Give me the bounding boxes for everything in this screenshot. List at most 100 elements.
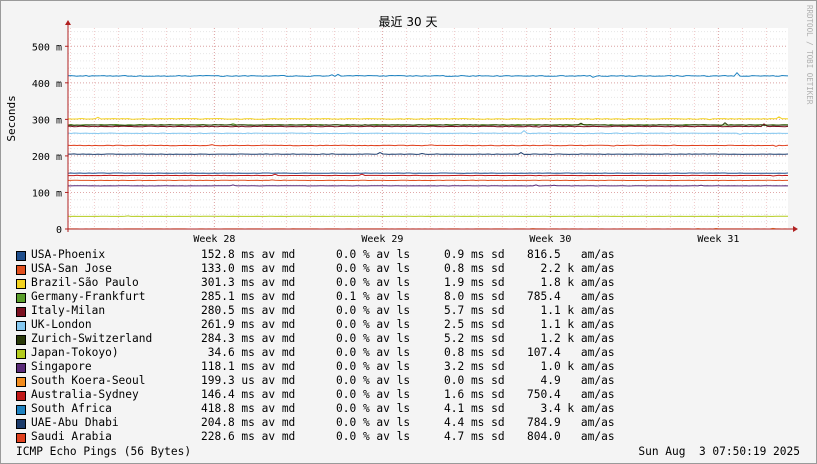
legend-series-name: Saudi Arabia xyxy=(31,430,112,443)
legend-average: 133.0 ms av md xyxy=(201,262,296,275)
legend-stddev: 0.8 ms sd xyxy=(444,346,505,359)
legend-stddev: 3.2 ms sd xyxy=(444,360,505,373)
legend-swatch xyxy=(16,391,26,401)
plot-area xyxy=(68,28,788,229)
legend-rate: 4.9 am/as xyxy=(527,374,615,387)
legend-average: 228.6 ms av md xyxy=(201,430,296,443)
x-axis-arrow xyxy=(793,226,798,232)
legend-swatch xyxy=(16,335,26,345)
legend-average: 199.3 us av md xyxy=(201,374,296,387)
y-axis-arrow xyxy=(65,20,71,25)
legend-stddev: 4.4 ms sd xyxy=(444,416,505,429)
legend-stddev: 0.0 ms sd xyxy=(444,374,505,387)
legend-swatch xyxy=(16,279,26,289)
footer-source: ICMP Echo Pings (56 Bytes) xyxy=(16,445,192,458)
legend-series-name: USA-Phoenix xyxy=(31,248,106,261)
legend-series-name: Australia-Sydney xyxy=(31,388,139,401)
legend-stddev: 4.7 ms sd xyxy=(444,430,505,443)
legend-loss: 0.0 % av ls xyxy=(336,416,411,429)
y-tick-label: 400 m xyxy=(32,79,62,90)
y-tick-label: 0 xyxy=(56,225,62,236)
legend-loss: 0.0 % av ls xyxy=(336,346,411,359)
legend-loss: 0.0 % av ls xyxy=(336,360,411,373)
legend-loss: 0.0 % av ls xyxy=(336,374,411,387)
legend-swatch xyxy=(16,363,26,373)
legend-rate: 784.9 am/as xyxy=(527,416,615,429)
legend-swatch xyxy=(16,251,26,261)
x-tick-label: Week 29 xyxy=(361,234,403,245)
legend-series-name: Brazil-São Paulo xyxy=(31,276,139,289)
x-tick-label: Week 28 xyxy=(193,234,235,245)
y-tick-label: 300 m xyxy=(32,115,62,126)
legend-swatch xyxy=(16,433,26,443)
legend-series-name: Zurich-Switzerland xyxy=(31,332,153,345)
x-tick-label: Week 30 xyxy=(529,234,571,245)
legend-stddev: 5.7 ms sd xyxy=(444,304,505,317)
legend-loss: 0.0 % av ls xyxy=(336,262,411,275)
legend-swatch xyxy=(16,265,26,275)
legend-average: 204.8 ms av md xyxy=(201,416,296,429)
legend-series-name: Germany-Frankfurt xyxy=(31,290,146,303)
legend-swatch xyxy=(16,377,26,387)
legend-stddev: 1.6 ms sd xyxy=(444,388,505,401)
legend-stddev: 8.0 ms sd xyxy=(444,290,505,303)
legend-swatch xyxy=(16,307,26,317)
legend-series-name: South Africa xyxy=(31,402,112,415)
legend-loss: 0.0 % av ls xyxy=(336,388,411,401)
legend-average: 118.1 ms av md xyxy=(201,360,296,373)
legend-rate: 785.4 am/as xyxy=(527,290,615,303)
legend-swatch xyxy=(16,293,26,303)
y-axis-label: Seconds xyxy=(5,95,18,141)
legend-average: 34.6 ms av md xyxy=(201,346,296,359)
legend-rate: 816.5 am/as xyxy=(527,248,615,261)
legend-rate: 1.2 k am/as xyxy=(527,332,615,345)
legend-loss: 0.0 % av ls xyxy=(336,304,411,317)
legend-stddev: 4.1 ms sd xyxy=(444,402,505,415)
legend-average: 152.8 ms av md xyxy=(201,248,296,261)
graph-frame: 0 100 m 200 m 300 m 400 m 500 m Week 28 Week 29… xyxy=(0,0,817,464)
legend-rate: 3.4 k am/as xyxy=(527,402,615,415)
legend-rate: 1.1 k am/as xyxy=(527,318,615,331)
legend-series-name: UK-London xyxy=(31,318,92,331)
legend-rate: 107.4 am/as xyxy=(527,346,615,359)
legend-series-name: UAE-Abu Dhabi xyxy=(31,416,119,429)
legend-rate: 804.0 am/as xyxy=(527,430,615,443)
legend-loss: 0.0 % av ls xyxy=(336,402,411,415)
legend-series-name: Italy-Milan xyxy=(31,304,106,317)
y-tick-label: 200 m xyxy=(32,152,62,163)
legend-average: 285.1 ms av md xyxy=(201,290,296,303)
legend-series-name: Singapore xyxy=(31,360,92,373)
legend-loss: 0.1 % av ls xyxy=(336,290,411,303)
legend-swatch xyxy=(16,405,26,415)
chart-title: 最近 30 天 xyxy=(379,15,438,29)
legend-rate: 2.2 k am/as xyxy=(527,262,615,275)
footer-timestamp: Sun Aug 3 07:50:19 2025 xyxy=(638,445,800,458)
legend-average: 301.3 ms av md xyxy=(201,276,296,289)
legend-series-name: Japan-Tokoyo) xyxy=(31,346,119,359)
legend-rate: 1.8 k am/as xyxy=(527,276,615,289)
x-tick-label: Week 31 xyxy=(697,234,739,245)
legend-stddev: 0.8 ms sd xyxy=(444,262,505,275)
legend-loss: 0.0 % av ls xyxy=(336,248,411,261)
legend-swatch xyxy=(16,419,26,429)
y-tick-label: 500 m xyxy=(32,42,62,53)
legend-stddev: 1.9 ms sd xyxy=(444,276,505,289)
legend-loss: 0.0 % av ls xyxy=(336,276,411,289)
legend-average: 284.3 ms av md xyxy=(201,332,296,345)
legend-rate: 1.1 k am/as xyxy=(527,304,615,317)
legend-stddev: 2.5 ms sd xyxy=(444,318,505,331)
legend-swatch xyxy=(16,349,26,359)
legend-loss: 0.0 % av ls xyxy=(336,318,411,331)
legend-rate: 1.0 k am/as xyxy=(527,360,615,373)
legend-average: 280.5 ms av md xyxy=(201,304,296,317)
legend-loss: 0.0 % av ls xyxy=(336,332,411,345)
legend-series-name: USA-San Jose xyxy=(31,262,112,275)
legend-loss: 0.0 % av ls xyxy=(336,430,411,443)
legend-stddev: 5.2 ms sd xyxy=(444,332,505,345)
rrdtool-watermark: RRDTOOL / TOBI OETIKER xyxy=(805,5,814,105)
y-tick-label: 100 m xyxy=(32,188,62,199)
legend-average: 261.9 ms av md xyxy=(201,318,296,331)
legend-average: 418.8 ms av md xyxy=(201,402,296,415)
series-line-7 xyxy=(67,215,788,217)
legend-rate: 750.4 am/as xyxy=(527,388,615,401)
